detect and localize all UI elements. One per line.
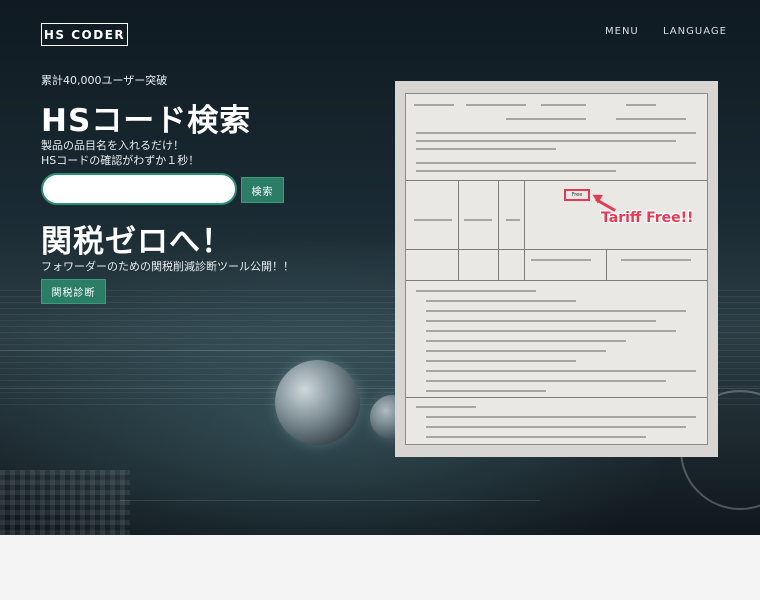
background-line — [120, 500, 540, 501]
globe-icon — [275, 360, 360, 445]
search-button[interactable]: 検索 — [241, 177, 284, 203]
tariff-free-annotation: Tariff Free!! — [601, 210, 694, 226]
nav-language-link[interactable]: LANGUAGE — [663, 26, 727, 37]
zero-tariff-title: 関税ゼロへ！ — [41, 224, 233, 260]
hero-description-line1: 製品の品目名を入れるだけ！ — [41, 139, 184, 152]
site-logo[interactable]: HS CODER — [41, 23, 128, 46]
customs-document-image: Free Tariff Free!! — [395, 81, 718, 457]
hero-description-line2: HSコードの確認がわずか１秒！ — [41, 154, 200, 167]
free-label-highlight: Free — [564, 189, 590, 201]
hero-section: HS CODER MENU LANGUAGE 累計40,000ユーザー突破 HS… — [0, 0, 760, 535]
customs-document: Free Tariff Free!! — [405, 93, 708, 445]
forwarder-tool-text: フォワーダーのための関税削減診断ツール公開！！ — [41, 260, 294, 273]
nav-menu-link[interactable]: MENU — [605, 26, 639, 37]
tariff-diagnosis-button[interactable]: 関税診断 — [41, 279, 106, 304]
hs-search-input[interactable] — [41, 173, 237, 205]
user-count-text: 累計40,000ユーザー突破 — [41, 74, 168, 87]
pixel-decoration — [0, 470, 130, 535]
page-title: HSコード検索 — [41, 103, 252, 139]
